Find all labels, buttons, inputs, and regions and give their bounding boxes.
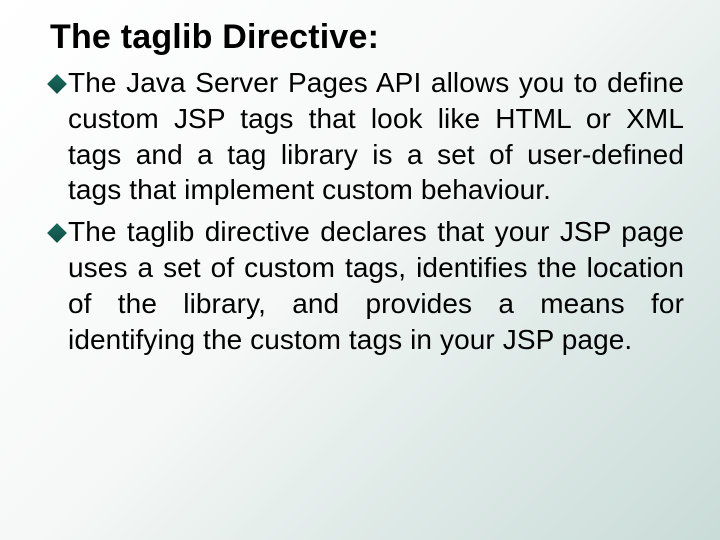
diamond-bullet-icon xyxy=(47,223,67,243)
slide-title: The taglib Directive: xyxy=(50,18,684,57)
bullet-list: The Java Server Pages API allows you to … xyxy=(50,65,684,358)
diamond-bullet-icon xyxy=(47,74,67,94)
list-item-text: The Java Server Pages API allows you to … xyxy=(68,65,684,208)
slide: The taglib Directive: The Java Server Pa… xyxy=(0,0,720,540)
list-item-text: The taglib directive declares that your … xyxy=(68,214,684,357)
list-item: The Java Server Pages API allows you to … xyxy=(50,65,684,208)
list-item: The taglib directive declares that your … xyxy=(50,214,684,357)
